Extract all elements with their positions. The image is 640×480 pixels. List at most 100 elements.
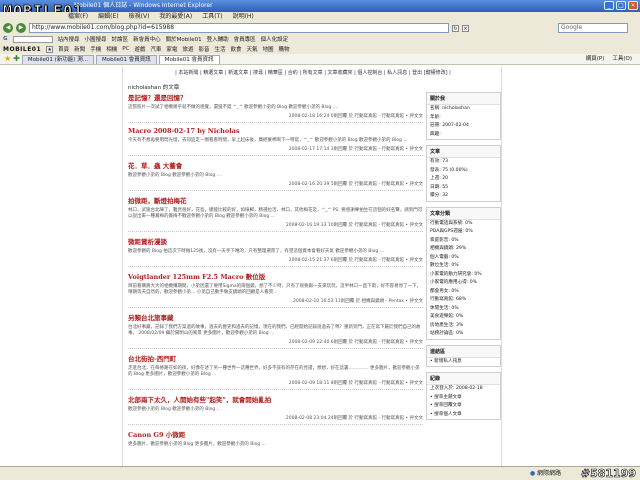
post-title[interactable]: 北部兩下太久，人開始有些"起笑"，就會開始亂拍 [128, 394, 423, 404]
url-field[interactable]: http://www.mobile01.com/blog.php?id=6159… [29, 23, 449, 33]
toolbar-item-3[interactable]: 新會員中心 [133, 35, 161, 43]
blog-owner: nicholashan 的文章 [128, 85, 180, 91]
post-title[interactable]: 另類台北旅事藏 [128, 312, 423, 322]
post-item: 另類台北旅事藏 台北好事藏，記錄了我們方案過的故事，過去的歷史和過去的記憶，現在… [128, 312, 423, 349]
category-link[interactable]: 個人電腦: 0% [427, 254, 500, 263]
record-link[interactable]: • 搜尋個人文章 [427, 411, 500, 420]
toolbar-search-label[interactable]: 站內搜尋 [58, 35, 80, 43]
articles-row: 有效: 73 [430, 159, 449, 164]
refresh-icon[interactable]: ↻ [452, 24, 459, 32]
forward-button[interactable]: ▶ [16, 23, 26, 33]
category-link[interactable]: 小家電的應用心得: 0% [427, 279, 500, 288]
post-item: Macro 2008-02-17 by Nicholas 今天有不想再要用閃光燈… [128, 127, 423, 156]
page-content: | 本站新聞 | 精選文章 | 新進文章 | 搜尋 | 精華區 | 合約 | 所… [0, 66, 640, 466]
post-body: 歡迎參觀的 Blog 拍這次下時摳125後，沒有一天手下唯的，只有整理選而了，有… [128, 249, 384, 254]
address-bar: ◀ ▶ http://www.mobile01.com/blog.php?id=… [0, 22, 640, 34]
favorites-star-icon[interactable]: ★ [4, 54, 11, 64]
menu-edit[interactable]: 編輯(E) [98, 12, 118, 22]
post-title[interactable]: Canon G9 小微距 [128, 429, 423, 439]
menu-file[interactable]: 檔案(F) [68, 12, 88, 22]
record-link[interactable]: • 搜尋回覆文章 [427, 402, 500, 411]
bookmark-item[interactable]: PC [122, 46, 129, 52]
toolbar-item-4[interactable]: 關於Mobile01 [166, 35, 202, 43]
maximize-button[interactable]: □ [616, 1, 626, 10]
post-meta: 2008-02-09 18:11 8則回覆 於 行動寫真館 - 行動寫真館 • … [288, 381, 423, 386]
category-link[interactable]: 行動電話與系統: 0% [427, 220, 500, 229]
profile-row: 興趣: [430, 131, 441, 137]
toolbar-item-5[interactable]: 登入輔助 [207, 35, 229, 43]
zone-label: 網際網路 [537, 470, 562, 477]
bookmark-item[interactable]: 旅遊 [182, 45, 193, 53]
category-link[interactable]: 相機與鏡頭: 29% [427, 245, 500, 254]
menu-view[interactable]: 檢視(V) [129, 12, 150, 22]
bookmark-item[interactable]: 天氣 [247, 45, 258, 53]
new-message-link[interactable]: • 新增私人訊息 [427, 358, 500, 367]
tab-2[interactable]: Mobile01 會員資訊 [95, 55, 157, 64]
category-link[interactable]: 都會男女: 0% [427, 288, 500, 297]
category-link[interactable]: 行動寫真館: 68% [427, 296, 500, 305]
toolbar-item-6[interactable]: 會員專區 [234, 35, 256, 43]
post-title[interactable]: 台北街拍-西門町 [128, 353, 423, 363]
tools-menu[interactable]: 工具(O) [612, 55, 632, 64]
category-link[interactable]: 小家電的動力研究會: 0% [427, 271, 500, 280]
globe-icon: ● [530, 470, 536, 477]
category-link[interactable]: 數位生活: 0% [427, 262, 500, 271]
tab-3[interactable]: Mobile01 會員資訊 [158, 55, 220, 64]
toolbar-item-1[interactable]: 小圖搜尋 [85, 35, 107, 43]
bookmark-item[interactable]: 生活 [214, 45, 225, 53]
tab-commands: 網頁(P) 工具(O) [586, 55, 640, 64]
bookmark-item[interactable]: 汽車 [150, 45, 161, 53]
post-meta: 2008-02-16 19:33 10則回覆 於 行動寫真館 - 行動寫真館 •… [285, 223, 423, 228]
toolbar-item-7[interactable]: 個人化設定 [261, 35, 289, 43]
bookmark-item[interactable]: 相機 [106, 45, 117, 53]
bookmark-icon[interactable]: ★ [46, 45, 54, 53]
google-icon[interactable]: G [3, 36, 8, 42]
blog-frame: | 本站新聞 | 精選文章 | 新進文章 | 搜尋 | 精華區 | 合約 | 所… [122, 66, 502, 466]
status-bar: ● 網際網路 #581199 [0, 466, 640, 480]
post-title[interactable]: 微距賞析漫談 [128, 236, 423, 246]
bookmark-item[interactable]: 手機 [90, 45, 101, 53]
bookmark-item[interactable]: 首頁 [58, 45, 69, 53]
record-link[interactable]: • 搜尋主題文章 [427, 394, 500, 403]
search-input[interactable]: Google [558, 23, 628, 33]
post-item: 微距賞析漫談 歡迎參觀的 Blog 拍這次下時摳125後，沒有一天手下唯的，只有… [128, 236, 423, 267]
menu-tools[interactable]: 工具(T) [202, 12, 222, 22]
window-controls: _ □ × [604, 1, 638, 10]
post-title[interactable]: 拍微距，斷燈拍梅花 [128, 195, 423, 205]
post-body: 歡迎參觀小弟的 Blog 歡迎參觀小弟的 Blog ... [128, 407, 221, 412]
category-link[interactable]: 美食遊樂館: 0% [427, 313, 500, 322]
toolbar-search-input[interactable] [12, 35, 53, 43]
post-title[interactable]: 是記憶？還是回憶？ [128, 92, 423, 102]
stop-icon[interactable]: × [462, 24, 469, 32]
post-title[interactable]: Macro 2008-02-17 by Nicholas [128, 127, 423, 135]
post-body: 這張照片一次試了相機幾乎就不做的感覺，還蠻不錯 ^_^ 歡迎參觀小弟的 Blog… [128, 105, 339, 110]
categories-box: 文章分類 行動電話與系統: 0% PDA與GPS週邊: 0% 家庭影音: 0% … [426, 206, 501, 340]
category-link[interactable]: 房地產生活: 3% [427, 322, 500, 331]
post-title[interactable]: Voigtlander 125mm F2.5 Macro 數位版 [128, 271, 423, 281]
page-menu[interactable]: 網頁(P) [586, 55, 605, 64]
close-button[interactable]: × [628, 1, 638, 10]
articles-box: 文章 有效: 73 發表: 75 (0.00%) 上週: 20 日期: 55 積… [426, 145, 501, 202]
tab-1[interactable]: Mobile01 (新功能) 測... [21, 55, 94, 64]
menu-help[interactable]: 說明(H) [233, 12, 254, 22]
bookmark-item[interactable]: 家電 [166, 45, 177, 53]
bookmark-item[interactable]: 地圖 [263, 45, 274, 53]
back-button[interactable]: ◀ [3, 23, 13, 33]
post-title[interactable]: 花．草．蟲 大蕃會 [128, 160, 423, 170]
bookmark-item[interactable]: 購物 [279, 45, 290, 53]
category-link[interactable]: 休閒生活: 0% [427, 305, 500, 314]
minimize-button[interactable]: _ [604, 1, 614, 10]
category-link[interactable]: 家庭影音: 0% [427, 237, 500, 246]
add-favorite-icon[interactable]: ✚ [13, 54, 20, 64]
links-heading: 連結區 [427, 345, 500, 358]
category-link[interactable]: PDA與GPS週邊: 0% [427, 228, 500, 237]
menu-favorites[interactable]: 我的最愛(A) [159, 12, 192, 22]
bookmark-item[interactable]: 影音 [198, 45, 209, 53]
toolbar-item-2[interactable]: 討論區 [112, 35, 129, 43]
bookmark-item[interactable]: 飲食 [230, 45, 241, 53]
articles-row: 發表: 75 (0.00%) [430, 167, 468, 173]
bookmark-item[interactable]: 新聞 [74, 45, 85, 53]
bookmark-item[interactable]: 遊戲 [134, 45, 145, 53]
blog-nav[interactable]: | 本站新聞 | 精選文章 | 新進文章 | 搜尋 | 精華區 | 合約 | 所… [123, 69, 503, 76]
category-link[interactable]: 站務討論區: 0% [427, 330, 500, 339]
